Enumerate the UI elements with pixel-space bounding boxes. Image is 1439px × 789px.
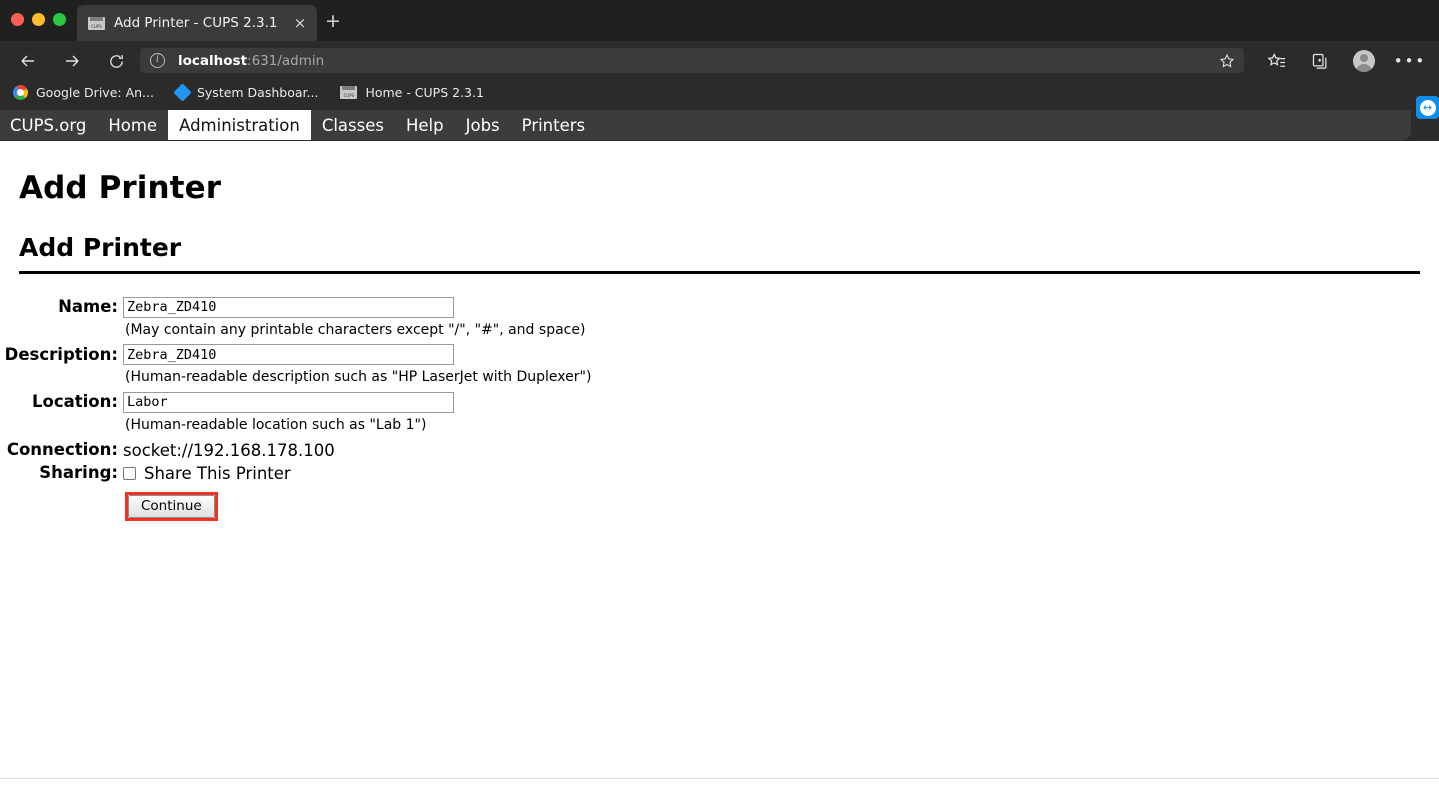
name-input[interactable]: [123, 296, 454, 318]
collections-icon[interactable]: [1308, 49, 1332, 73]
cups-favicon-icon: [340, 86, 358, 99]
share-this-printer-label: Share This Printer: [144, 463, 291, 483]
profile-avatar-icon[interactable]: [1352, 49, 1376, 73]
nav-item-printers[interactable]: Printers: [511, 110, 597, 140]
continue-button-highlight: Continue: [125, 491, 218, 521]
window-minimize-button[interactable]: [32, 13, 45, 26]
nav-item-home[interactable]: Home: [97, 110, 168, 140]
window-bottom-edge: [0, 778, 1439, 789]
nav-item-cups-org[interactable]: CUPS.org: [0, 110, 97, 140]
section-title: Add Printer: [19, 233, 182, 262]
connection-value: socket://192.168.178.100: [123, 440, 335, 460]
address-bar[interactable]: i localhost:631/admin: [140, 48, 1244, 73]
browser-tab-add-printer[interactable]: Add Printer - CUPS 2.3.1 ×: [77, 5, 317, 41]
cups-favicon-icon: [88, 16, 105, 30]
form-row-description: Description: (Human-readable description…: [0, 344, 1439, 392]
nav-item-jobs[interactable]: Jobs: [455, 110, 511, 140]
nav-item-administration[interactable]: Administration: [168, 110, 311, 140]
page-content: Add Printer Add Printer Name: (May conta…: [0, 141, 1439, 778]
site-info-icon[interactable]: i: [150, 53, 165, 68]
bookmark-system-dashboard[interactable]: System Dashboar...: [173, 83, 319, 102]
google-drive-icon: [13, 85, 28, 100]
name-label: Name:: [58, 297, 118, 316]
nav-item-help[interactable]: Help: [395, 110, 455, 140]
form-row-connection: Connection: socket://192.168.178.100: [0, 439, 1439, 462]
settings-ellipsis-icon[interactable]: •••: [1394, 49, 1425, 73]
forward-arrow-icon[interactable]: [60, 49, 84, 73]
bookmark-label: Google Drive: An...: [36, 85, 154, 100]
description-help-text: (Human-readable description such as "HP …: [125, 369, 592, 385]
bookmark-google-drive[interactable]: Google Drive: An...: [13, 85, 154, 100]
close-icon[interactable]: ×: [291, 15, 309, 31]
section-divider: [19, 271, 1420, 274]
new-tab-icon[interactable]: +: [323, 12, 343, 31]
favorite-star-icon[interactable]: [1213, 48, 1241, 73]
window-close-button[interactable]: [11, 13, 24, 26]
teamviewer-glyph: ↔: [1419, 99, 1436, 116]
description-input[interactable]: [123, 344, 454, 365]
location-input[interactable]: [123, 391, 454, 413]
back-arrow-icon[interactable]: [16, 49, 40, 73]
description-label: Description:: [4, 344, 118, 364]
browser-chrome: Add Printer - CUPS 2.3.1 × + i localhost…: [0, 0, 1439, 141]
url-path: :631/admin: [247, 52, 325, 69]
location-help-text: (Human-readable location such as "Lab 1"…: [125, 416, 427, 433]
bookmark-label: Home - CUPS 2.3.1: [365, 85, 484, 100]
form-row-name: Name: (May contain any printable charact…: [0, 296, 1439, 344]
bookmarks-bar: Google Drive: An... System Dashboar... H…: [0, 79, 1439, 106]
teamviewer-icon[interactable]: ↔: [1416, 96, 1439, 119]
sharing-label: Sharing:: [39, 462, 118, 482]
nav-item-classes[interactable]: Classes: [311, 110, 395, 140]
bookmark-label: System Dashboar...: [196, 85, 319, 100]
url-host: localhost: [178, 52, 248, 69]
window-zoom-button[interactable]: [53, 13, 66, 26]
form-row-location: Location: (Human-readable location such …: [0, 391, 1439, 439]
share-this-printer-checkbox[interactable]: [123, 467, 136, 480]
sharing-control: Share This Printer: [123, 462, 1439, 484]
add-printer-form: Name: (May contain any printable charact…: [0, 296, 1439, 521]
cups-navigation-bar: CUPS.org Home Administration Classes Hel…: [0, 110, 1411, 140]
favorites-list-icon[interactable]: [1264, 49, 1288, 73]
window-traffic-lights: [11, 13, 66, 26]
page-title: Add Printer: [19, 170, 222, 206]
settings-dots: •••: [1393, 52, 1427, 70]
url-text: localhost:631/admin: [178, 53, 324, 69]
form-row-sharing: Sharing: Share This Printer Continue: [0, 462, 1439, 521]
tab-title: Add Printer - CUPS 2.3.1: [114, 15, 278, 31]
location-label: Location:: [32, 392, 118, 411]
avatar: [1353, 50, 1375, 72]
blue-diamond-icon: [173, 83, 192, 102]
tab-strip: Add Printer - CUPS 2.3.1 × +: [0, 0, 1439, 41]
address-bar-row: i localhost:631/admin •••: [0, 41, 1439, 79]
bookmark-home-cups[interactable]: Home - CUPS 2.3.1: [340, 85, 484, 100]
reload-icon[interactable]: [104, 49, 128, 73]
connection-label: Connection:: [6, 439, 118, 459]
name-help-text: (May contain any printable characters ex…: [125, 321, 586, 338]
continue-button[interactable]: Continue: [128, 494, 215, 518]
section-header: Add Printer: [19, 233, 1420, 274]
